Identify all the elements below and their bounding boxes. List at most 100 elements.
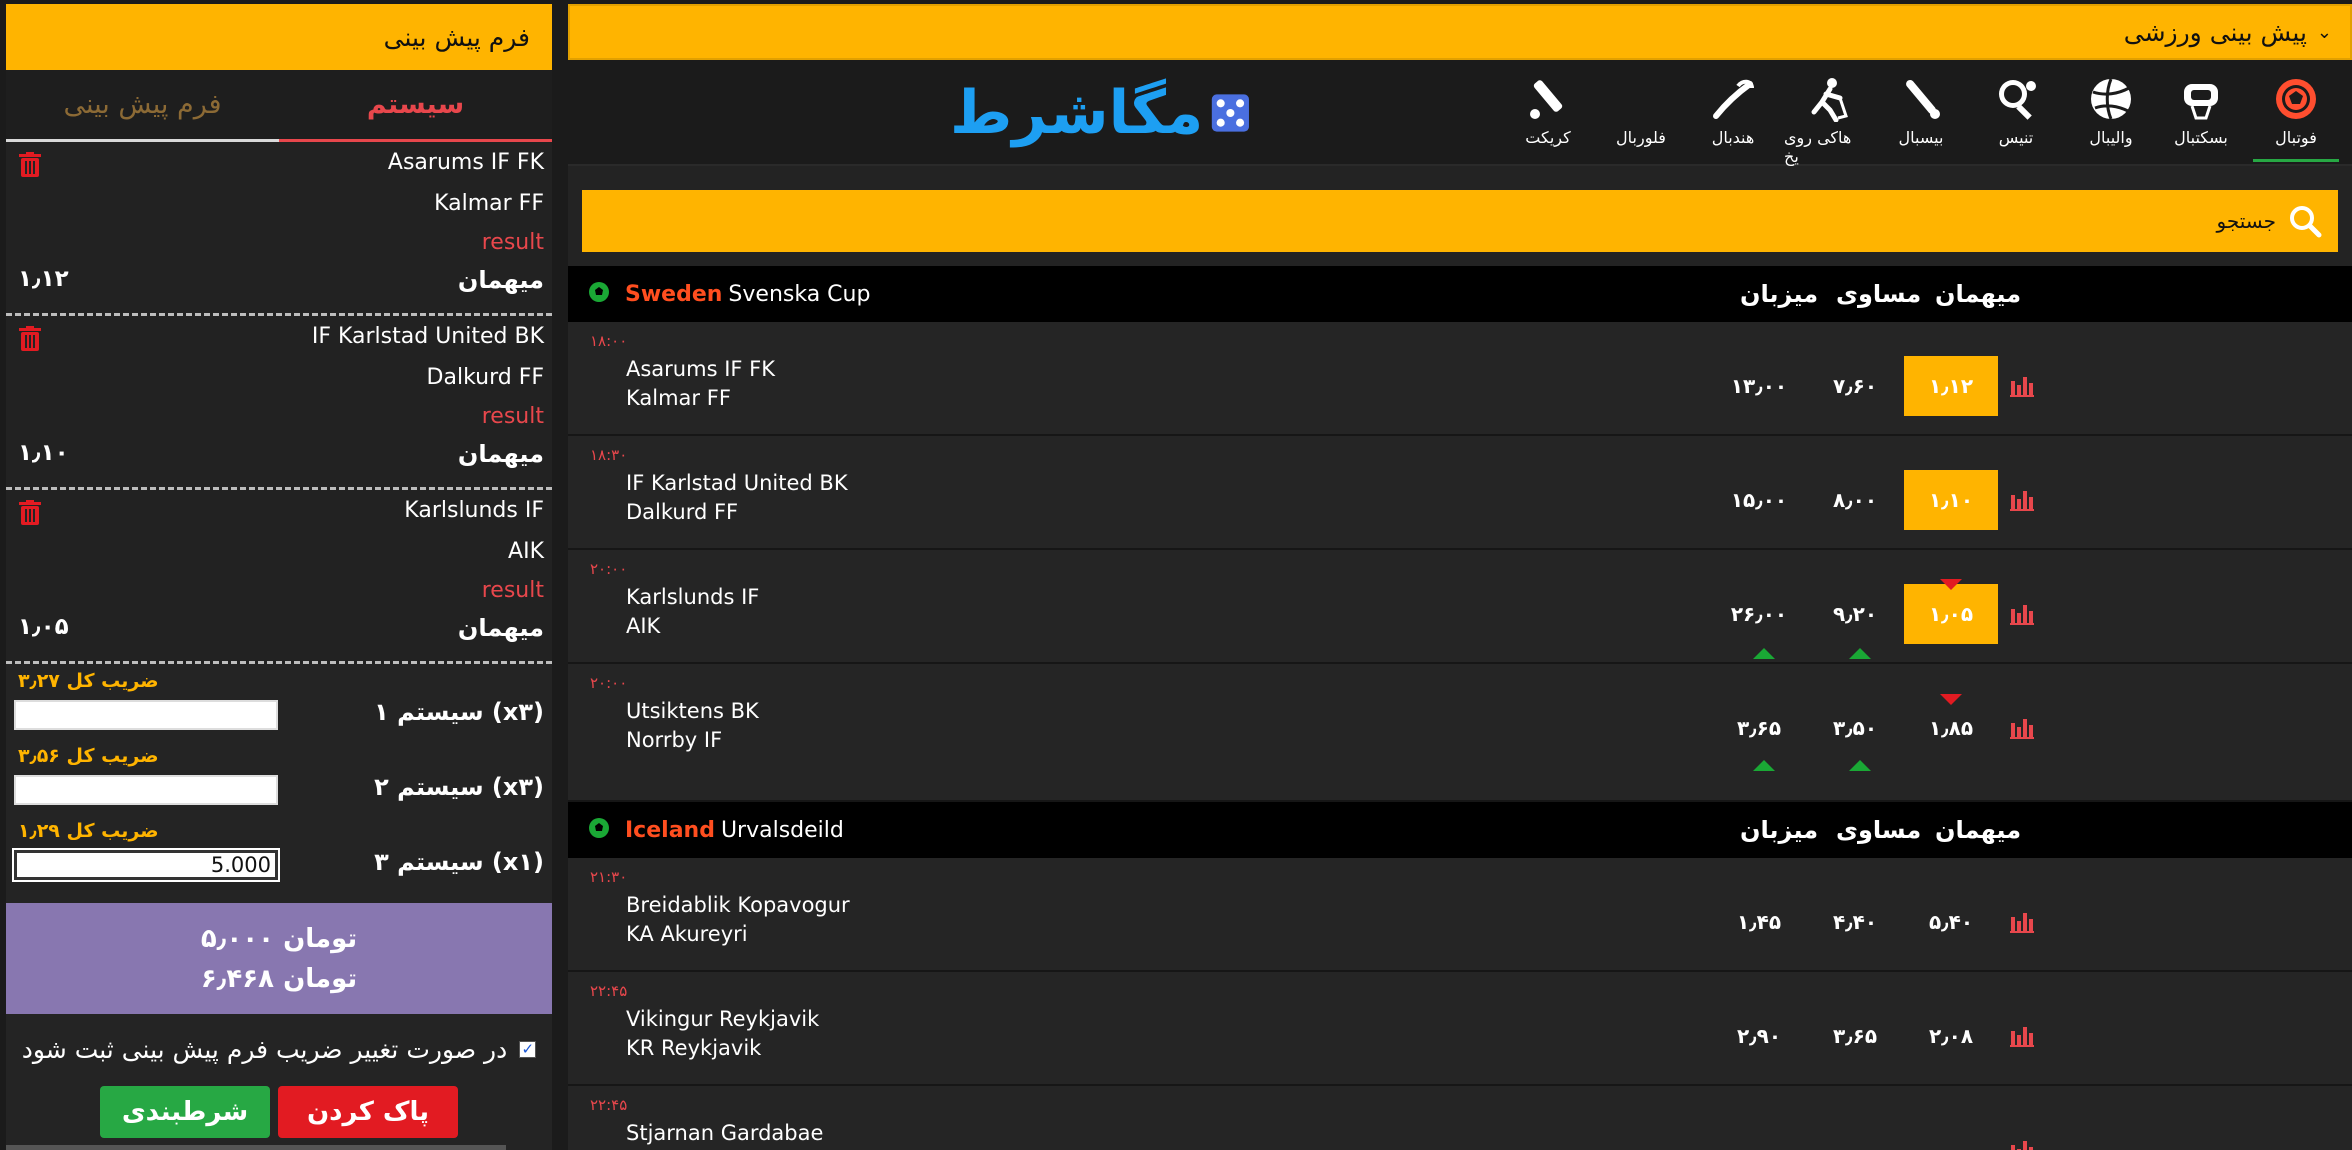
stats-icon[interactable] (2009, 601, 2035, 625)
stats-icon[interactable] (2009, 1137, 2035, 1150)
trash-icon[interactable] (18, 326, 42, 352)
basketball-icon (2184, 84, 2218, 120)
chevron-down-icon: ⌄ (2316, 21, 2332, 43)
odd-up-indicator (1849, 648, 1871, 659)
sport-name: بیسبال (1898, 128, 1944, 147)
league-country: Iceland (625, 817, 715, 843)
match-time: ۲۲:۴۵ (590, 982, 628, 1000)
odd-away-button[interactable]: ۱٫۸۵ (1904, 698, 1998, 758)
odd-draw-button[interactable]: ۳٫۵۰ (1808, 698, 1902, 758)
match-away-team: Kalmar FF (626, 386, 731, 410)
sport-tab-tennis[interactable]: تنیس (1973, 76, 2059, 147)
league-header: Sweden Svenska Cup میهمان مساوی میزبان (568, 266, 2352, 322)
match-row: ۲۰:۰۰ Utsiktens BK Norrby IF ۳٫۶۵ ۳٫۵۰ ۱… (568, 664, 2352, 802)
odd-draw-button[interactable]: ۸٫۰۰ (1808, 470, 1902, 530)
betslip-item: Karlslunds IF AIK result میهمان ۱٫۰۵ (6, 490, 552, 664)
match-home-team: IF Karlstad United BK (626, 471, 848, 495)
summary-stake: تومان ۵٫۰۰۰ (200, 923, 358, 954)
odd-away-button[interactable]: ۱٫۱۲ (1904, 356, 1998, 416)
match-row: ۲۱:۳۰ Breidablik Kopavogur KA Akureyri ۱… (568, 858, 2352, 972)
sport-tab-ice-hockey[interactable]: هاکی روی یخ (1784, 76, 1870, 166)
clear-betslip-button[interactable]: پاک کردن (278, 1086, 458, 1138)
odd-draw-button[interactable]: ۷٫۶۰ (1808, 356, 1902, 416)
tab-system[interactable]: سیستم (279, 70, 552, 142)
match-home-team: Vikingur Reykjavik (626, 1007, 820, 1031)
odd-up-indicator (1753, 648, 1775, 659)
betslip-odd: ۱٫۱۲ (18, 266, 69, 292)
betslip-odd: ۱٫۱۰ (18, 440, 69, 466)
odds-change-checkbox[interactable]: ✓ (519, 1040, 537, 1058)
sports-nav: مگاشرط فوتبال بسکتبال والیبال تنیس بیسبا… (568, 60, 2352, 166)
odd-home-button[interactable]: ۱۵٫۰۰ (1712, 470, 1806, 530)
system-stake-input[interactable] (14, 775, 278, 805)
stats-icon[interactable] (2009, 1023, 2035, 1047)
trash-icon[interactable] (18, 152, 42, 178)
sport-tab-football[interactable]: فوتبال (2253, 76, 2339, 162)
volleyball-icon (2091, 78, 2131, 120)
stats-icon[interactable] (2009, 373, 2035, 397)
odd-draw-button[interactable]: ۴٫۴۰ (1808, 892, 1902, 952)
odd-down-indicator (1940, 579, 1962, 590)
football-icon (2276, 79, 2316, 119)
sport-tab-handball[interactable]: هندبال (1690, 76, 1776, 147)
odd-home-button[interactable]: ۳٫۶۵ (1712, 698, 1806, 758)
match-row: ۱۸:۳۰ IF Karlstad United BK Dalkurd FF ۱… (568, 436, 2352, 550)
odds-change-label: در صورت تغییر ضریب فرم پیش بینی ثبت شود (21, 1034, 508, 1064)
stats-icon[interactable] (2009, 909, 2035, 933)
place-bet-button[interactable]: شرطبندی (100, 1086, 270, 1138)
odd-away-button[interactable]: ۵٫۴۰ (1904, 892, 1998, 952)
sport-tab-volleyball[interactable]: والیبال (2068, 76, 2154, 147)
odd-home-button[interactable]: ۱٫۴۵ (1712, 892, 1806, 952)
betslip-header: فرم پیش بینی (6, 4, 552, 70)
match-time: ۱۸:۳۰ (590, 446, 628, 464)
horizontal-scrollbar[interactable] (6, 1145, 506, 1150)
stats-icon[interactable] (2009, 715, 2035, 739)
match-time: ۲۰:۰۰ (590, 674, 628, 692)
match-row: ۲۲:۴۵ Vikingur Reykjavik KR Reykjavik ۲٫… (568, 972, 2352, 1086)
system-stake-input[interactable] (14, 700, 278, 730)
search-input[interactable]: جستجو (582, 190, 2338, 252)
trash-icon[interactable] (18, 500, 42, 526)
sport-tab-cricket[interactable]: کریکت (1505, 76, 1591, 147)
sport-name: بسکتبال (2174, 128, 2228, 147)
betslip-panel: فرم پیش بینی فرم پیش بینی سیستم Asarums … (6, 4, 552, 1150)
odd-away-button[interactable]: ۱٫۰۵ (1904, 584, 1998, 644)
site-logo[interactable]: مگاشرط (950, 78, 1250, 148)
cricket-icon (1530, 80, 1563, 119)
column-header-draw: مساوی (1836, 280, 1922, 308)
stats-icon[interactable] (2009, 487, 2035, 511)
sport-name: تنیس (1998, 128, 2034, 147)
search-icon (2290, 206, 2322, 238)
betslip-item: IF Karlstad United BK Dalkurd FF result … (6, 316, 552, 490)
betslip-item: Asarums IF FK Kalmar FF result میهمان ۱٫… (6, 142, 552, 316)
odd-home-button[interactable]: ۲٫۹۰ (1712, 1006, 1806, 1066)
system-stake-input[interactable] (12, 848, 280, 882)
handball-icon (1713, 79, 1754, 119)
sport-tab-floorball[interactable]: فلوربال (1598, 76, 1684, 147)
league-name: Svenska Cup (728, 281, 871, 307)
match-row: ۱۸:۰۰ Asarums IF FK Kalmar FF ۱۳٫۰۰ ۷٫۶۰… (568, 322, 2352, 436)
summary-possible-win: تومان ۶٫۴۶۸ (200, 963, 358, 994)
betslip-away-team: Dalkurd FF (426, 365, 544, 390)
odd-home-button[interactable]: ۱۳٫۰۰ (1712, 356, 1806, 416)
match-row: ۲۰:۰۰ Karlslunds IF AIK ۲۶٫۰۰ ۹٫۲۰ ۱٫۰۵ (568, 550, 2352, 664)
system-label: ۳ سیستم (x۱) (374, 848, 544, 876)
dice-icon (1212, 94, 1250, 132)
sports-betting-dropdown[interactable]: پیش بینی ورزشی ⌄ (568, 4, 2352, 60)
odd-away-button[interactable]: ۱٫۱۰ (1904, 470, 1998, 530)
odd-draw-button[interactable]: ۹٫۲۰ (1808, 584, 1902, 644)
system-label: ۲ سیستم (x۳) (374, 773, 544, 801)
match-row: ۲۲:۴۵ Stjarnan Gardabae (568, 1086, 2352, 1150)
tab-betslip-form[interactable]: فرم پیش بینی (6, 70, 279, 142)
sport-tab-basketball[interactable]: بسکتبال (2158, 76, 2244, 147)
system-total-odd: ضریب کل ۳٫۲۷ (18, 670, 159, 692)
odd-home-button[interactable]: ۲۶٫۰۰ (1712, 584, 1806, 644)
sport-tab-baseball[interactable]: بیسبال (1878, 76, 1964, 147)
league-header: Iceland Urvalsdeild میهمان مساوی میزبان (568, 802, 2352, 858)
match-home-team: Utsiktens BK (626, 699, 759, 723)
league-country: Sweden (625, 281, 723, 307)
odd-away-button[interactable]: ۲٫۰۸ (1904, 1006, 1998, 1066)
column-header-away: میهمان (1935, 816, 2022, 844)
betslip-title: فرم پیش بینی (383, 22, 530, 52)
odd-draw-button[interactable]: ۳٫۶۵ (1808, 1006, 1902, 1066)
